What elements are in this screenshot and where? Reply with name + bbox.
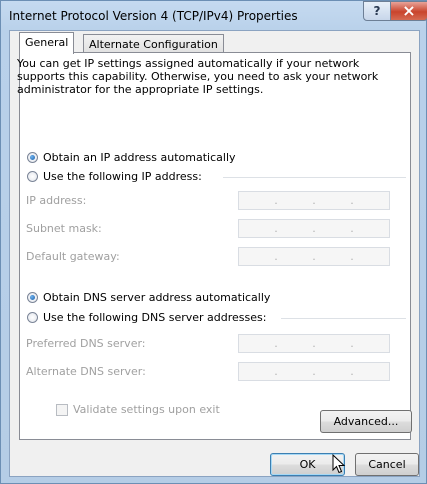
radio-selected-icon: [27, 152, 38, 163]
tab-label: Alternate Configuration: [89, 38, 218, 51]
group-divider: [223, 177, 406, 178]
obtain-ip-auto-radio[interactable]: Obtain an IP address automatically: [27, 151, 236, 164]
cancel-button[interactable]: Cancel: [355, 453, 419, 476]
group-divider: [281, 318, 406, 319]
button-label: OK: [299, 458, 316, 471]
default-gateway-label: Default gateway:: [26, 250, 120, 263]
button-label: Advanced...: [333, 415, 399, 428]
alternate-dns-input[interactable]: ...: [238, 362, 390, 381]
subnet-mask-input[interactable]: ...: [238, 219, 390, 238]
validate-settings-checkbox[interactable]: Validate settings upon exit: [56, 403, 220, 416]
tab-label: General: [25, 36, 69, 49]
help-button[interactable]: ?: [363, 1, 391, 21]
radio-label: Use the following DNS server addresses:: [43, 311, 267, 324]
subnet-mask-label: Subnet mask:: [26, 222, 102, 235]
tab-alternate-configuration[interactable]: Alternate Configuration: [83, 34, 224, 54]
checkbox-icon: [56, 403, 68, 416]
radio-unselected-icon: [27, 312, 38, 323]
close-button[interactable]: ×: [390, 1, 427, 21]
close-icon: ×: [402, 1, 416, 20]
radio-label: Obtain DNS server address automatically: [43, 291, 271, 304]
checkbox-label: Validate settings upon exit: [73, 403, 220, 416]
preferred-dns-label: Preferred DNS server:: [26, 337, 146, 350]
advanced-button[interactable]: Advanced...: [320, 410, 412, 433]
dialog-window: Internet Protocol Version 4 (TCP/IPv4) P…: [0, 0, 427, 484]
use-following-dns-radio[interactable]: Use the following DNS server addresses:: [27, 311, 266, 324]
radio-unselected-icon: [27, 171, 38, 182]
button-label: Cancel: [368, 458, 406, 471]
use-following-ip-radio[interactable]: Use the following IP address:: [27, 170, 202, 183]
general-tab-panel: [19, 52, 411, 440]
radio-label: Obtain an IP address automatically: [43, 151, 236, 164]
mouse-cursor-icon: [332, 454, 346, 474]
window-title: Internet Protocol Version 4 (TCP/IPv4) P…: [9, 9, 298, 23]
ip-address-input[interactable]: ...: [238, 191, 390, 210]
tab-general[interactable]: General: [19, 32, 75, 54]
alternate-dns-label: Alternate DNS server:: [26, 365, 146, 378]
default-gateway-input[interactable]: ...: [238, 247, 390, 266]
radio-selected-icon: [27, 292, 38, 303]
ip-address-label: IP address:: [26, 194, 87, 207]
obtain-dns-auto-radio[interactable]: Obtain DNS server address automatically: [27, 291, 270, 304]
description-text: You can get IP settings assigned automat…: [17, 57, 379, 96]
radio-label: Use the following IP address:: [43, 170, 202, 183]
help-icon: ?: [373, 4, 381, 18]
preferred-dns-input[interactable]: ...: [238, 334, 390, 353]
